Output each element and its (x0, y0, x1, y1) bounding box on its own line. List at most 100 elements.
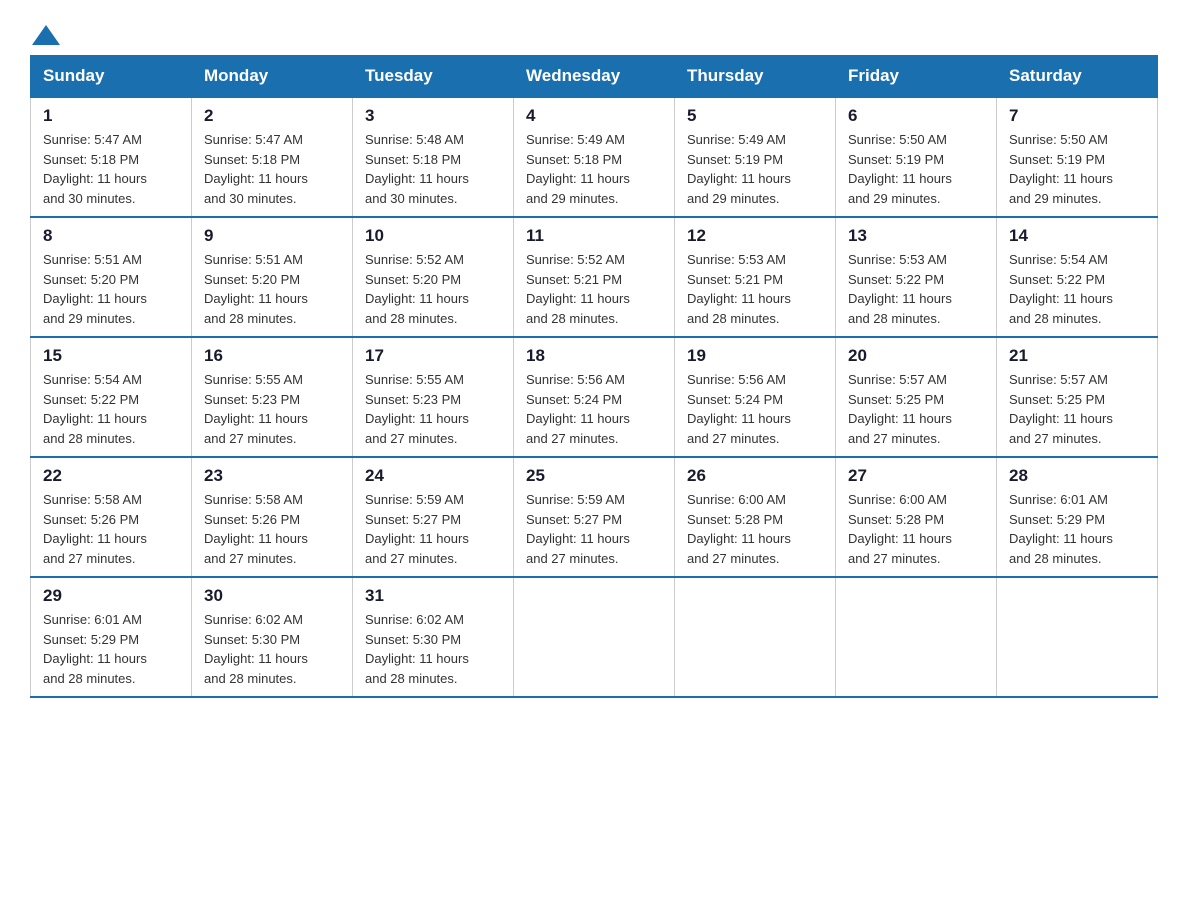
day-number: 12 (687, 226, 823, 246)
calendar-cell: 14 Sunrise: 5:54 AMSunset: 5:22 PMDayligh… (997, 217, 1158, 337)
calendar-cell: 6 Sunrise: 5:50 AMSunset: 5:19 PMDaylight… (836, 97, 997, 217)
day-number: 9 (204, 226, 340, 246)
calendar-cell: 17Sunrise: 5:55 AMSunset: 5:23 PMDayligh… (353, 337, 514, 457)
day-info: Sunrise: 5:50 AMSunset: 5:19 PMDaylight:… (1009, 130, 1145, 208)
logo-triangle-icon (32, 25, 60, 45)
day-number: 31 (365, 586, 501, 606)
calendar-cell: 30 Sunrise: 6:02 AMSunset: 5:30 PMDayligh… (192, 577, 353, 697)
calendar-cell: 3 Sunrise: 5:48 AMSunset: 5:18 PMDaylight… (353, 97, 514, 217)
day-number: 15 (43, 346, 179, 366)
calendar-cell: 22Sunrise: 5:58 AMSunset: 5:26 PMDayligh… (31, 457, 192, 577)
calendar-week-row: 1Sunrise: 5:47 AMSunset: 5:18 PMDaylight… (31, 97, 1158, 217)
day-info: Sunrise: 6:02 AMSunset: 5:30 PMDaylight:… (204, 610, 340, 688)
day-number: 7 (1009, 106, 1145, 126)
day-number: 21 (1009, 346, 1145, 366)
day-info: Sunrise: 5:58 AMSunset: 5:26 PMDaylight:… (204, 490, 340, 568)
day-number: 26 (687, 466, 823, 486)
day-number: 29 (43, 586, 179, 606)
calendar-cell (836, 577, 997, 697)
calendar-cell: 28 Sunrise: 6:01 AMSunset: 5:29 PMDayligh… (997, 457, 1158, 577)
day-number: 5 (687, 106, 823, 126)
day-info: Sunrise: 5:56 AMSunset: 5:24 PMDaylight:… (687, 370, 823, 448)
calendar-table: SundayMondayTuesdayWednesdayThursdayFrid… (30, 55, 1158, 698)
weekday-header: Monday (192, 56, 353, 98)
day-number: 3 (365, 106, 501, 126)
calendar-cell: 16 Sunrise: 5:55 AMSunset: 5:23 PMDayligh… (192, 337, 353, 457)
day-info: Sunrise: 5:49 AMSunset: 5:18 PMDaylight:… (526, 130, 662, 208)
weekday-header: Friday (836, 56, 997, 98)
day-number: 25 (526, 466, 662, 486)
day-info: Sunrise: 6:01 AMSunset: 5:29 PMDaylight:… (43, 610, 179, 688)
calendar-cell: 21 Sunrise: 5:57 AMSunset: 5:25 PMDayligh… (997, 337, 1158, 457)
day-info: Sunrise: 5:56 AMSunset: 5:24 PMDaylight:… (526, 370, 662, 448)
day-number: 16 (204, 346, 340, 366)
day-info: Sunrise: 6:00 AMSunset: 5:28 PMDaylight:… (848, 490, 984, 568)
calendar-cell: 23 Sunrise: 5:58 AMSunset: 5:26 PMDayligh… (192, 457, 353, 577)
day-info: Sunrise: 5:58 AMSunset: 5:26 PMDaylight:… (43, 490, 179, 568)
day-info: Sunrise: 6:01 AMSunset: 5:29 PMDaylight:… (1009, 490, 1145, 568)
day-info: Sunrise: 6:02 AMSunset: 5:30 PMDaylight:… (365, 610, 501, 688)
calendar-cell: 18 Sunrise: 5:56 AMSunset: 5:24 PMDayligh… (514, 337, 675, 457)
calendar-cell: 19 Sunrise: 5:56 AMSunset: 5:24 PMDayligh… (675, 337, 836, 457)
calendar-cell (514, 577, 675, 697)
day-number: 8 (43, 226, 179, 246)
calendar-cell: 27 Sunrise: 6:00 AMSunset: 5:28 PMDayligh… (836, 457, 997, 577)
weekday-header: Sunday (31, 56, 192, 98)
calendar-week-row: 15 Sunrise: 5:54 AMSunset: 5:22 PMDayligh… (31, 337, 1158, 457)
day-info: Sunrise: 5:57 AMSunset: 5:25 PMDaylight:… (848, 370, 984, 448)
calendar-cell (675, 577, 836, 697)
day-number: 6 (848, 106, 984, 126)
day-number: 23 (204, 466, 340, 486)
day-info: Sunrise: 5:49 AMSunset: 5:19 PMDaylight:… (687, 130, 823, 208)
day-info: Sunrise: 5:48 AMSunset: 5:18 PMDaylight:… (365, 130, 501, 208)
day-number: 18 (526, 346, 662, 366)
day-info: Sunrise: 5:51 AMSunset: 5:20 PMDaylight:… (204, 250, 340, 328)
calendar-cell (997, 577, 1158, 697)
day-number: 14 (1009, 226, 1145, 246)
calendar-week-row: 22Sunrise: 5:58 AMSunset: 5:26 PMDayligh… (31, 457, 1158, 577)
weekday-header: Wednesday (514, 56, 675, 98)
calendar-cell: 29 Sunrise: 6:01 AMSunset: 5:29 PMDayligh… (31, 577, 192, 697)
day-info: Sunrise: 5:57 AMSunset: 5:25 PMDaylight:… (1009, 370, 1145, 448)
calendar-cell: 2 Sunrise: 5:47 AMSunset: 5:18 PMDaylight… (192, 97, 353, 217)
calendar-cell: 31 Sunrise: 6:02 AMSunset: 5:30 PMDayligh… (353, 577, 514, 697)
day-number: 20 (848, 346, 984, 366)
day-info: Sunrise: 5:47 AMSunset: 5:18 PMDaylight:… (43, 130, 179, 208)
day-info: Sunrise: 5:54 AMSunset: 5:22 PMDaylight:… (1009, 250, 1145, 328)
day-number: 30 (204, 586, 340, 606)
calendar-cell: 7 Sunrise: 5:50 AMSunset: 5:19 PMDaylight… (997, 97, 1158, 217)
day-info: Sunrise: 5:53 AMSunset: 5:22 PMDaylight:… (848, 250, 984, 328)
day-number: 17 (365, 346, 501, 366)
day-number: 27 (848, 466, 984, 486)
calendar-cell: 13 Sunrise: 5:53 AMSunset: 5:22 PMDayligh… (836, 217, 997, 337)
day-info: Sunrise: 5:54 AMSunset: 5:22 PMDaylight:… (43, 370, 179, 448)
calendar-cell: 9 Sunrise: 5:51 AMSunset: 5:20 PMDaylight… (192, 217, 353, 337)
day-number: 19 (687, 346, 823, 366)
day-info: Sunrise: 5:47 AMSunset: 5:18 PMDaylight:… (204, 130, 340, 208)
day-number: 28 (1009, 466, 1145, 486)
calendar-week-row: 8 Sunrise: 5:51 AMSunset: 5:20 PMDaylight… (31, 217, 1158, 337)
calendar-cell: 12 Sunrise: 5:53 AMSunset: 5:21 PMDayligh… (675, 217, 836, 337)
calendar-cell: 10Sunrise: 5:52 AMSunset: 5:20 PMDayligh… (353, 217, 514, 337)
day-number: 2 (204, 106, 340, 126)
day-info: Sunrise: 5:50 AMSunset: 5:19 PMDaylight:… (848, 130, 984, 208)
day-info: Sunrise: 6:00 AMSunset: 5:28 PMDaylight:… (687, 490, 823, 568)
calendar-cell: 26 Sunrise: 6:00 AMSunset: 5:28 PMDayligh… (675, 457, 836, 577)
day-info: Sunrise: 5:53 AMSunset: 5:21 PMDaylight:… (687, 250, 823, 328)
calendar-cell: 8Sunrise: 5:51 AMSunset: 5:20 PMDaylight… (31, 217, 192, 337)
day-info: Sunrise: 5:55 AMSunset: 5:23 PMDaylight:… (204, 370, 340, 448)
day-number: 13 (848, 226, 984, 246)
calendar-cell: 1Sunrise: 5:47 AMSunset: 5:18 PMDaylight… (31, 97, 192, 217)
calendar-cell: 20 Sunrise: 5:57 AMSunset: 5:25 PMDayligh… (836, 337, 997, 457)
calendar-cell: 5 Sunrise: 5:49 AMSunset: 5:19 PMDaylight… (675, 97, 836, 217)
calendar-cell: 4 Sunrise: 5:49 AMSunset: 5:18 PMDaylight… (514, 97, 675, 217)
day-info: Sunrise: 5:59 AMSunset: 5:27 PMDaylight:… (365, 490, 501, 568)
calendar-week-row: 29 Sunrise: 6:01 AMSunset: 5:29 PMDayligh… (31, 577, 1158, 697)
calendar-header-row: SundayMondayTuesdayWednesdayThursdayFrid… (31, 56, 1158, 98)
day-info: Sunrise: 5:59 AMSunset: 5:27 PMDaylight:… (526, 490, 662, 568)
day-number: 11 (526, 226, 662, 246)
calendar-cell: 24Sunrise: 5:59 AMSunset: 5:27 PMDayligh… (353, 457, 514, 577)
logo (30, 20, 62, 45)
day-number: 4 (526, 106, 662, 126)
calendar-cell: 15 Sunrise: 5:54 AMSunset: 5:22 PMDayligh… (31, 337, 192, 457)
